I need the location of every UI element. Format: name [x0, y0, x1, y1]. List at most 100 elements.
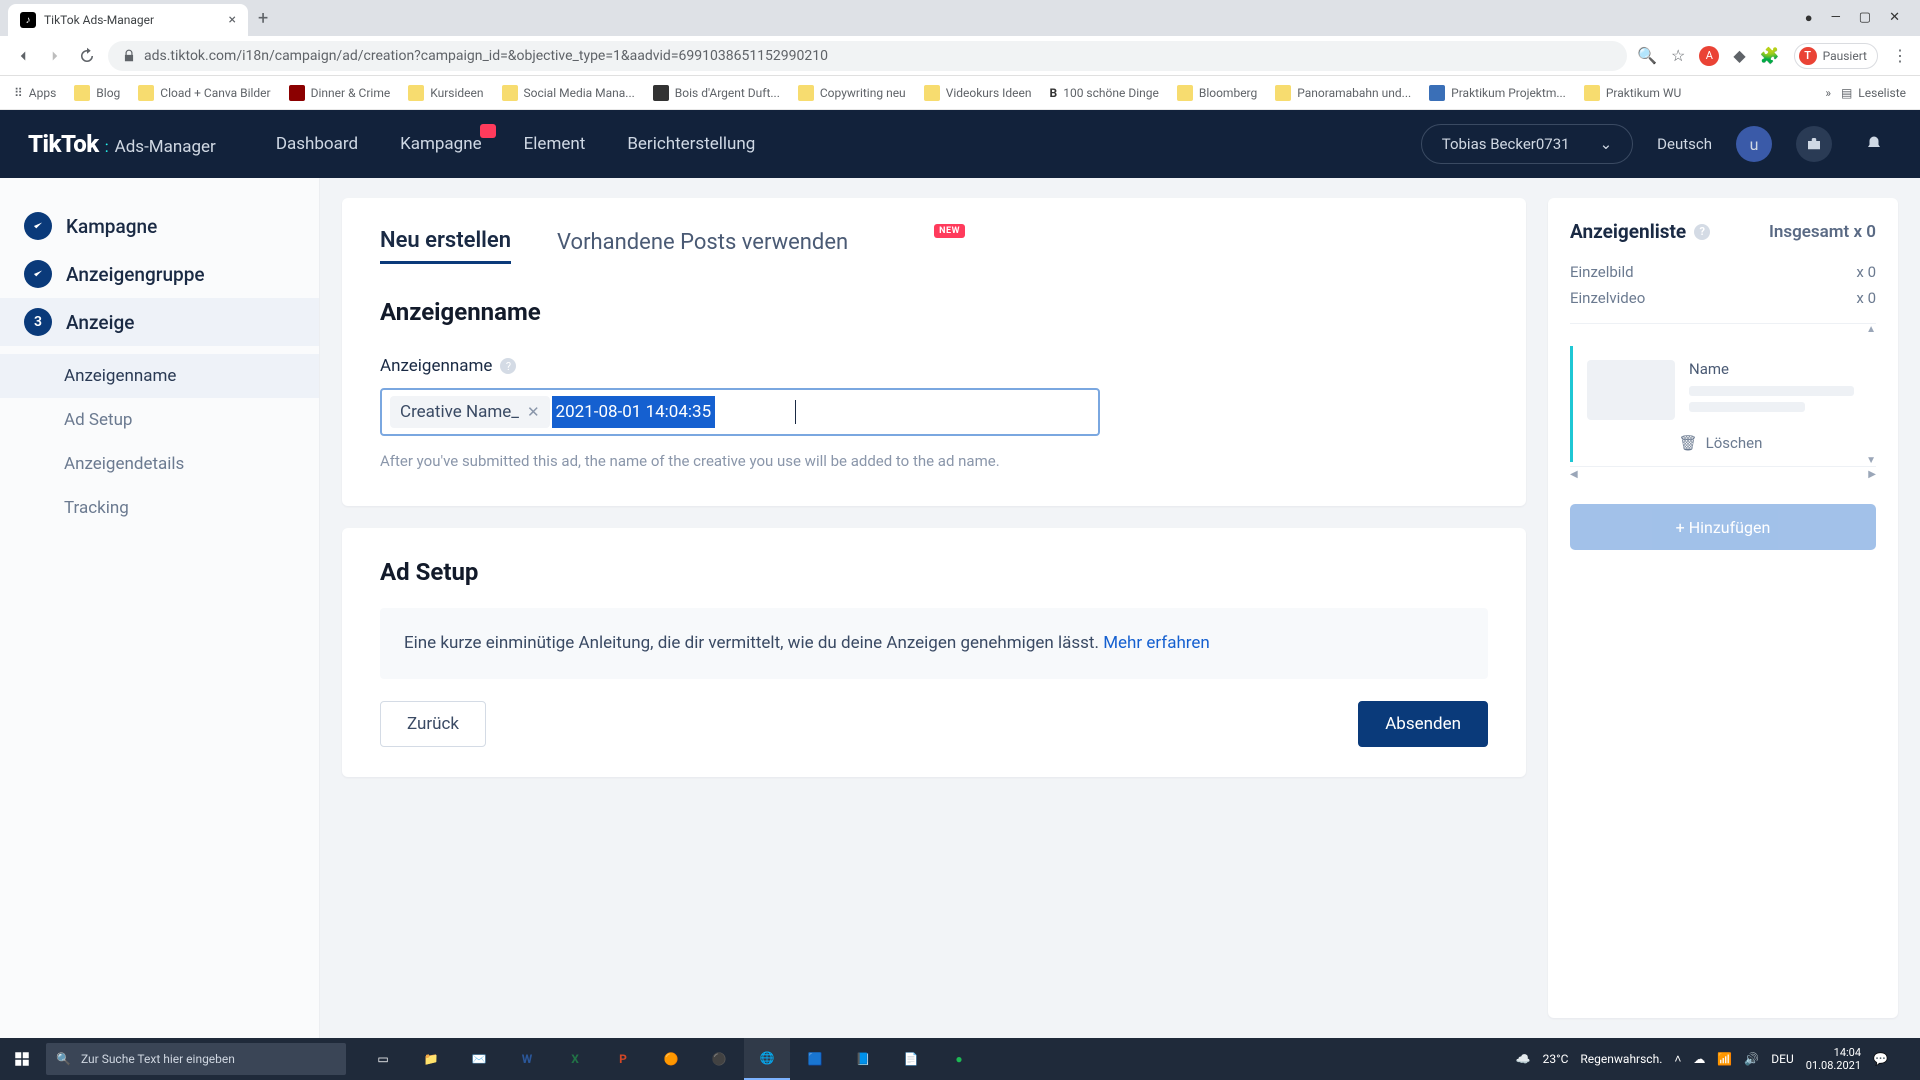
avatar-icon: T: [1799, 47, 1817, 65]
bookmark-item[interactable]: Praktikum WU: [1584, 85, 1681, 101]
back-button[interactable]: [12, 45, 34, 67]
step-adgroup[interactable]: Anzeigengruppe: [0, 250, 319, 298]
account-dot-icon[interactable]: ●: [1805, 10, 1813, 26]
bookmark-item[interactable]: Blog: [74, 85, 120, 101]
close-tab-icon[interactable]: ×: [229, 12, 236, 28]
task-view-icon[interactable]: ▭: [360, 1038, 406, 1080]
product-name: Ads-Manager: [115, 137, 216, 157]
add-ad-button[interactable]: + Hinzufügen: [1570, 504, 1876, 550]
substep-adname[interactable]: Anzeigenname: [0, 354, 319, 398]
notifications-icon[interactable]: 💬: [1873, 1052, 1888, 1066]
language-selector[interactable]: Deutsch: [1657, 135, 1712, 153]
start-button[interactable]: [0, 1038, 44, 1080]
scroll-down-icon[interactable]: ▼: [1866, 455, 1876, 466]
tab-create-new[interactable]: Neu erstellen: [380, 228, 511, 264]
bookmark-item[interactable]: Panoramabahn und...: [1275, 85, 1411, 101]
bookmark-item[interactable]: Praktikum Projektm...: [1429, 85, 1566, 101]
briefcase-icon[interactable]: [1796, 126, 1832, 162]
nav-element[interactable]: Element: [524, 134, 586, 154]
app-icon[interactable]: 📘: [840, 1038, 886, 1080]
bookmark-item[interactable]: Bloomberg: [1177, 85, 1257, 101]
bookmark-item[interactable]: ⠿Apps: [14, 86, 56, 100]
bookmarks-overflow-icon[interactable]: »: [1825, 86, 1831, 100]
weather-icon[interactable]: ☁️: [1516, 1052, 1531, 1066]
help-icon[interactable]: ?: [500, 358, 516, 374]
mail-icon[interactable]: ✉️: [456, 1038, 502, 1080]
input-lang[interactable]: DEU: [1771, 1052, 1793, 1066]
taskbar-clock[interactable]: 14:04 01.08.2021: [1806, 1046, 1861, 1072]
spotify-icon[interactable]: ●: [936, 1038, 982, 1080]
submit-button[interactable]: Absenden: [1358, 701, 1488, 747]
minimize-icon[interactable]: —: [1831, 10, 1841, 26]
url-input[interactable]: ads.tiktok.com/i18n/campaign/ad/creation…: [108, 41, 1627, 71]
app-icon[interactable]: 🟠: [648, 1038, 694, 1080]
reload-button[interactable]: [76, 45, 98, 67]
extensions-icon[interactable]: 🧩: [1760, 46, 1780, 65]
maximize-icon[interactable]: ▢: [1859, 10, 1871, 26]
zoom-icon[interactable]: 🔍: [1637, 46, 1657, 65]
tab-use-existing[interactable]: Vorhandene Posts verwenden: [557, 230, 848, 263]
adsetup-text: Eine kurze einminütige Anleitung, die di…: [404, 633, 1103, 653]
taskbar-search[interactable]: 🔍 Zur Suche Text hier eingeben: [46, 1043, 346, 1075]
onedrive-icon[interactable]: ☁: [1693, 1052, 1705, 1066]
bookmark-item[interactable]: Bois d'Argent Duft...: [653, 85, 780, 101]
remove-chip-icon[interactable]: ✕: [527, 403, 540, 421]
edge-icon[interactable]: 🟦: [792, 1038, 838, 1080]
url-text: ads.tiktok.com/i18n/campaign/ad/creation…: [144, 48, 828, 64]
word-icon[interactable]: W: [504, 1038, 550, 1080]
close-window-icon[interactable]: ✕: [1889, 10, 1900, 26]
profile-pill[interactable]: T Pausiert: [1794, 43, 1878, 69]
learn-more-link[interactable]: Mehr erfahren: [1103, 633, 1210, 653]
browser-tab-bar: ♪ TikTok Ads-Manager × + ● — ▢ ✕: [0, 0, 1920, 36]
step-ad[interactable]: 3 Anzeige: [0, 298, 319, 346]
count-label: Einzelvideo: [1570, 289, 1645, 307]
notepad-icon[interactable]: 📄: [888, 1038, 934, 1080]
help-icon[interactable]: ?: [1694, 224, 1710, 240]
adname-input[interactable]: Creative Name_ ✕ 2021-08-01 14:04:35: [380, 388, 1100, 436]
powerpoint-icon[interactable]: P: [600, 1038, 646, 1080]
folder-icon: [74, 85, 90, 101]
delete-item-button[interactable]: 🗑 Löschen: [1587, 434, 1854, 452]
scroll-up-icon[interactable]: ▲: [1866, 324, 1876, 335]
bookmark-item[interactable]: Kursideen: [408, 85, 483, 101]
scroll-left-icon[interactable]: ◀: [1570, 469, 1578, 480]
excel-icon[interactable]: X: [552, 1038, 598, 1080]
bookmark-item[interactable]: Cload + Canva Bilder: [138, 85, 270, 101]
browser-tab[interactable]: ♪ TikTok Ads-Manager ×: [8, 4, 248, 36]
ext-icon[interactable]: A: [1699, 46, 1719, 66]
substep-adsetup[interactable]: Ad Setup: [64, 398, 319, 442]
account-selector[interactable]: Tobias Becker0731 ⌄: [1421, 124, 1633, 164]
substep-tracking[interactable]: Tracking: [64, 486, 319, 530]
name-chip[interactable]: Creative Name_ ✕: [390, 396, 550, 428]
star-icon[interactable]: ☆: [1671, 46, 1685, 65]
wifi-icon[interactable]: 📶: [1717, 1052, 1732, 1066]
tray-chevron-icon[interactable]: ˄: [1674, 1052, 1681, 1066]
bookmark-item[interactable]: Videokurs Ideen: [924, 85, 1032, 101]
bookmark-item[interactable]: Copywriting neu: [798, 85, 906, 101]
new-tab-button[interactable]: +: [258, 8, 268, 29]
app-logo[interactable]: TikTok : Ads-Manager: [28, 130, 216, 158]
readlist-icon: ▤: [1841, 86, 1852, 100]
bookmark-icon: [289, 85, 305, 101]
user-avatar[interactable]: u: [1736, 126, 1772, 162]
bookmark-item[interactable]: B100 schöne Dinge: [1050, 86, 1159, 100]
ext-icon[interactable]: ◆: [1733, 46, 1745, 65]
volume-icon[interactable]: 🔊: [1744, 1052, 1759, 1066]
back-button[interactable]: Zurück: [380, 701, 486, 747]
nav-dashboard[interactable]: Dashboard: [276, 134, 358, 154]
step-campaign[interactable]: Kampagne: [0, 202, 319, 250]
chrome-icon[interactable]: 🌐: [744, 1038, 790, 1080]
menu-icon[interactable]: ⋮: [1892, 46, 1908, 65]
substep-addetails[interactable]: Anzeigendetails: [64, 442, 319, 486]
scroll-right-icon[interactable]: ▶: [1868, 469, 1876, 480]
nav-reporting[interactable]: Berichterstellung: [627, 134, 755, 154]
bell-icon[interactable]: [1856, 126, 1892, 162]
obs-icon[interactable]: ⚫: [696, 1038, 742, 1080]
reading-list-button[interactable]: ▤Leseliste: [1841, 86, 1906, 100]
check-icon: [31, 267, 45, 281]
bookmark-item[interactable]: Dinner & Crime: [289, 85, 391, 101]
nav-campaign[interactable]: Kampagne: [400, 134, 482, 154]
ad-list-item[interactable]: Name 🗑 Löschen: [1570, 346, 1868, 462]
bookmark-item[interactable]: Social Media Mana...: [502, 85, 635, 101]
explorer-icon[interactable]: 📁: [408, 1038, 454, 1080]
